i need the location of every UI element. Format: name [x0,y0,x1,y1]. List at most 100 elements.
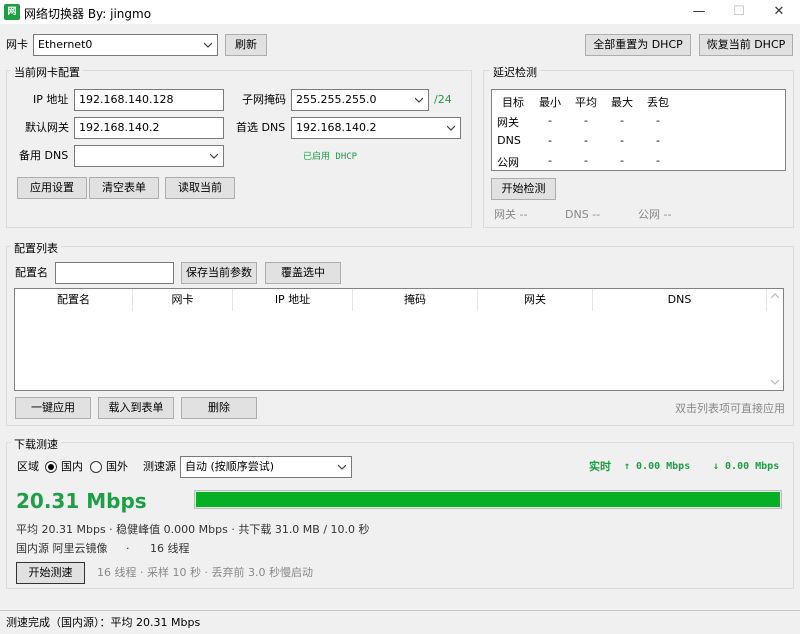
latency-row-avg: - [584,154,588,167]
region-domestic-radio[interactable] [45,461,57,473]
mask-select[interactable]: 255.255.255.0 [291,89,429,111]
ip-input[interactable]: 192.168.140.128 [74,89,224,111]
latency-table: 目标 最小 平均 最大 丢包 网关 - - - - DNS - - - - 公网… [491,89,786,171]
region-label: 区域 [17,460,39,473]
load-profile-button[interactable]: 载入到表单 [98,397,174,419]
speed-progress-bar [194,490,782,509]
profile-name-label: 配置名 [15,266,48,279]
region-foreign-radio[interactable] [90,461,102,473]
latency-row-target: DNS [497,134,521,147]
latency-row-avg: - [584,134,588,147]
apply-settings-button[interactable]: 应用设置 [17,177,87,199]
refresh-button[interactable]: 刷新 [225,34,267,56]
delete-profile-button[interactable]: 删除 [181,397,257,419]
latency-header-target: 目标 [502,96,524,109]
dns2-label: 备用 DNS [19,149,69,162]
speed-result: 20.31 Mbps [16,489,147,513]
scroll-down-icon[interactable] [771,379,779,385]
latency-title: 延迟检测 [490,64,540,80]
overwrite-profile-button[interactable]: 覆盖选中 [265,262,341,284]
mask-label: 子网掩码 [242,93,286,106]
latency-row-min: - [548,154,552,167]
speed-source-name: 国内源 阿里云镜像 [16,542,108,555]
mask-select-value: 255.255.255.0 [296,93,377,106]
region-foreign-label[interactable]: 国外 [106,460,128,474]
source-label: 测速源 [143,460,176,473]
status-text: 测速完成（国内源）：平均 20.31 Mbps [6,616,201,629]
source-select[interactable]: 自动 (按顺序尝试) [180,456,352,478]
latency-row-loss: - [656,134,660,147]
chevron-down-icon [338,464,346,470]
chevron-down-icon [210,153,218,159]
gateway-input[interactable]: 192.168.140.2 [74,117,224,139]
clear-form-button[interactable]: 清空表单 [89,177,159,199]
status-bar: 测速完成（国内源）：平均 20.31 Mbps [0,610,800,634]
close-button[interactable]: ✕ [756,0,800,24]
app-icon: 网 [4,4,20,20]
dns1-label: 首选 DNS [236,121,286,134]
window-title: 网络切换器 By: jingmo [24,7,152,21]
column-header-name[interactable]: 配置名 [15,289,133,311]
nic-select[interactable]: Ethernet0 [33,34,218,56]
nic-label: 网卡 [6,38,28,51]
scroll-up-icon[interactable] [771,293,779,299]
dns1-select[interactable]: 192.168.140.2 [291,117,461,139]
region-domestic-label[interactable]: 国内 [61,460,83,474]
restore-dhcp-button[interactable]: 恢复当前 DHCP [699,34,793,56]
latency-row-loss: - [656,114,660,127]
latency-row-min: - [548,114,552,127]
start-speedtest-button[interactable]: 开始测速 [16,562,85,584]
column-header-ip[interactable]: IP 地址 [233,289,353,311]
ip-label: IP 地址 [33,93,69,106]
latency-summary-dns: DNS -- [565,208,601,221]
latency-summary-public: 公网 -- [638,208,672,221]
chevron-down-icon [204,42,212,48]
column-header-gateway[interactable]: 网关 [478,289,593,311]
title-bar: 网 网络切换器 By: jingmo — ☐ ✕ [0,0,800,24]
latency-row-avg: - [584,114,588,127]
latency-header-max: 最大 [611,96,633,109]
latency-row-min: - [548,134,552,147]
latency-header-min: 最小 [539,96,561,109]
speedtest-params: 16 线程 · 采样 10 秒 · 丢弃前 3.0 秒慢启动 [97,566,313,579]
realtime-download: ↓ 0.00 Mbps [713,461,780,472]
prefix-length: /24 [434,93,452,106]
chevron-down-icon [447,125,455,131]
speed-progress-fill [196,492,780,507]
profile-list[interactable]: 配置名 网卡 IP 地址 掩码 网关 DNS [14,288,784,391]
source-select-value: 自动 (按顺序尝试) [185,460,275,473]
latency-row-target: 公网 [497,156,519,169]
column-header-dns[interactable]: DNS [593,289,767,311]
profile-name-input[interactable] [55,262,174,284]
chevron-down-icon [415,97,423,103]
speed-stats: 平均 20.31 Mbps · 稳健峰值 0.000 Mbps · 共下载 31… [16,523,370,536]
start-latency-button[interactable]: 开始检测 [491,178,556,200]
latency-header-avg: 平均 [575,96,597,109]
latency-row-max: - [620,134,624,147]
latency-summary-gateway: 网关 -- [494,208,528,221]
latency-row-max: - [620,154,624,167]
nic-select-value: Ethernet0 [38,38,93,51]
realtime-upload: ↑ 0.00 Mbps [624,461,691,472]
latency-row-loss: - [656,154,660,167]
speed-source-separator: · [126,542,130,555]
read-current-button[interactable]: 读取当前 [165,177,235,199]
list-scrollbar[interactable] [767,289,783,390]
profile-list-hint: 双击列表项可直接应用 [675,402,785,415]
save-profile-button[interactable]: 保存当前参数 [181,262,257,284]
latency-row-max: - [620,114,624,127]
latency-row-target: 网关 [497,116,519,129]
reset-all-dhcp-button[interactable]: 全部重置为 DHCP [585,34,691,56]
apply-profile-button[interactable]: 一键应用 [15,397,91,419]
speedtest-title: 下载测速 [11,436,61,452]
gateway-label: 默认网关 [25,121,69,134]
dns2-select[interactable] [74,145,224,167]
realtime-label: 实时 [589,460,611,473]
dns1-select-value: 192.168.140.2 [296,121,377,134]
profiles-title: 配置列表 [11,240,61,256]
column-header-nic[interactable]: 网卡 [133,289,233,311]
dhcp-status: 已启用 DHCP [303,152,358,162]
nic-config-title: 当前网卡配置 [11,64,83,80]
column-header-mask[interactable]: 掩码 [353,289,478,311]
latency-header-loss: 丢包 [647,96,669,109]
